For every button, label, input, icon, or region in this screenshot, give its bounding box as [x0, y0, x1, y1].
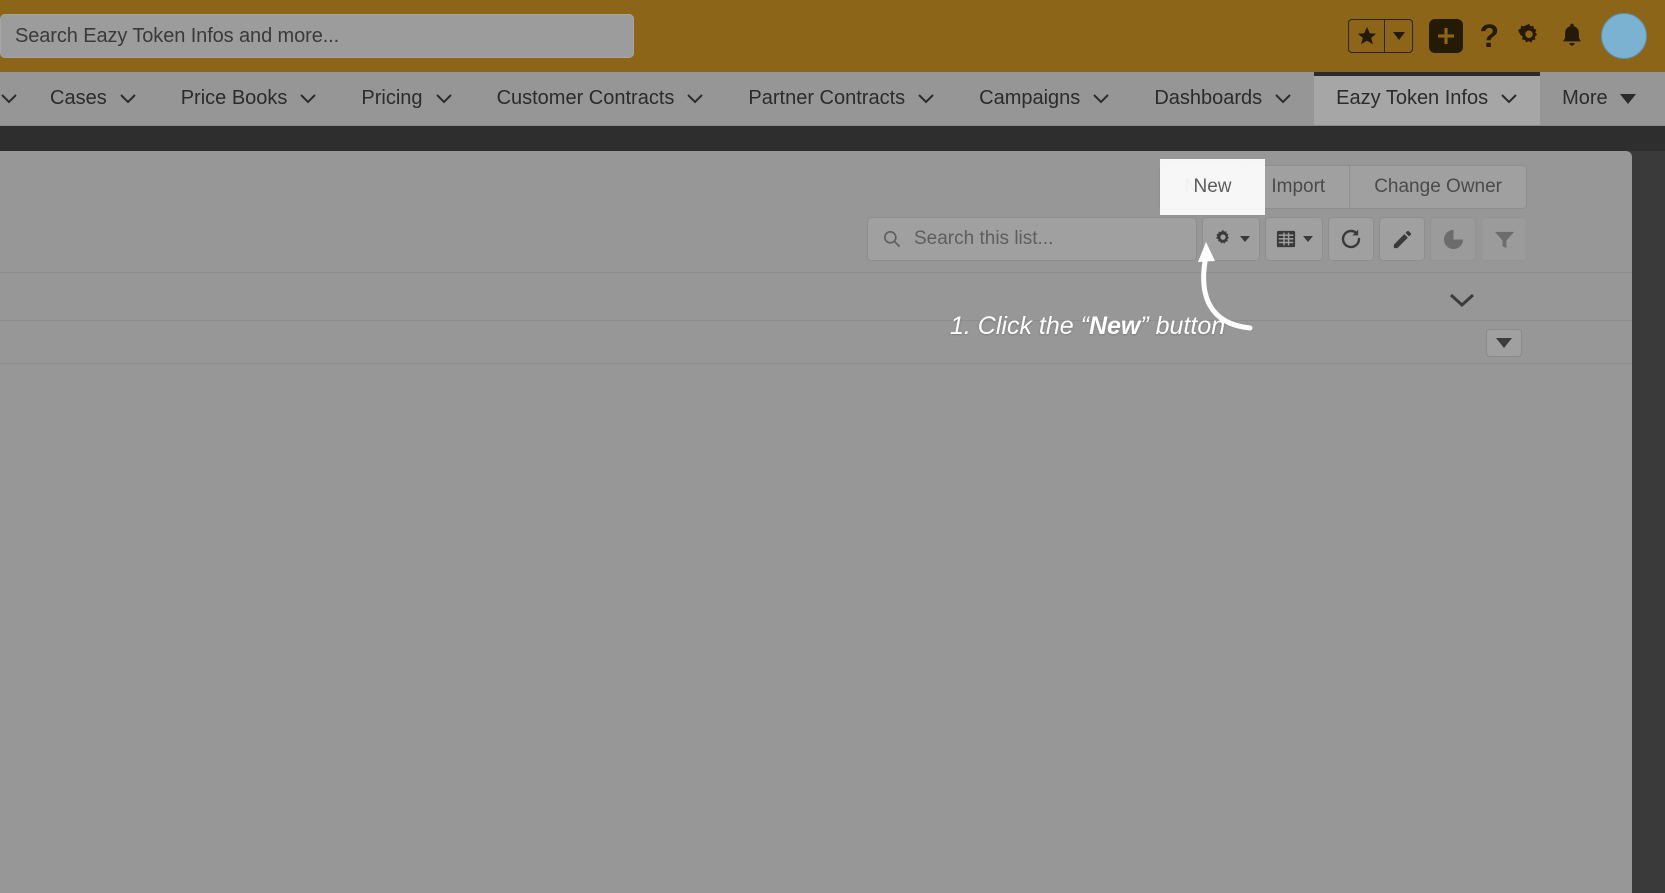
global-search-placeholder: Search Eazy Token Infos and more...	[15, 24, 340, 47]
pencil-icon	[1393, 230, 1411, 248]
nav-item-price-books[interactable]: Price Books	[159, 72, 340, 125]
global-search-input[interactable]: Search Eazy Token Infos and more...	[0, 14, 634, 58]
header-icon-group: ?	[1348, 0, 1647, 72]
column-actions-dropdown[interactable]	[1486, 329, 1522, 357]
object-nav-bar: Cases Price Books Pricing Customer Contr…	[0, 72, 1665, 126]
nav-label-partner-contracts: Partner Contracts	[748, 87, 906, 109]
chevron-down-icon	[300, 94, 317, 104]
setup-gear-icon[interactable]	[1515, 22, 1543, 50]
annotation-suffix: ” button	[1140, 312, 1226, 340]
chevron-down-icon	[435, 94, 452, 104]
callout-annotation: 1. Click the “New” button	[950, 312, 1225, 341]
nav-item-campaigns[interactable]: Campaigns	[957, 72, 1132, 125]
new-button-highlight[interactable]: New	[1160, 159, 1265, 215]
app-root: Search Eazy Token Infos and more... ? Ca…	[0, 0, 1665, 893]
nav-item-eazy-token-infos[interactable]: Eazy Token Infos	[1314, 72, 1541, 125]
nav-item-more[interactable]: More	[1540, 72, 1658, 125]
nav-label-eazy-token-infos: Eazy Token Infos	[1336, 87, 1489, 109]
list-view-content: New Import Change Owner Search this list…	[0, 151, 1632, 893]
annotation-prefix: 1. Click the “	[950, 312, 1089, 340]
nav-label-cases: Cases	[50, 87, 107, 109]
caret-down-icon	[1619, 93, 1636, 104]
help-icon[interactable]: ?	[1479, 20, 1499, 52]
edit-list-button[interactable]	[1379, 217, 1425, 261]
change-owner-button[interactable]: Change Owner	[1350, 165, 1527, 209]
nav-label-pricing: Pricing	[361, 87, 423, 109]
global-header: Search Eazy Token Infos and more... ?	[0, 0, 1665, 72]
nav-item-pricing[interactable]: Pricing	[339, 72, 474, 125]
new-button-highlight-label: New	[1193, 176, 1232, 197]
nav-item-cases[interactable]: Cases	[28, 72, 159, 125]
display-as-table-button[interactable]	[1265, 217, 1323, 261]
global-add-icon[interactable]	[1429, 19, 1464, 53]
chevron-down-icon	[687, 94, 704, 104]
chart-icon	[1443, 229, 1463, 249]
chevron-down-icon	[1303, 236, 1313, 242]
filter-icon	[1494, 231, 1514, 248]
nav-label-customer-contracts: Customer Contracts	[496, 87, 675, 109]
chevron-down-icon	[1275, 94, 1291, 104]
user-avatar[interactable]	[1601, 13, 1647, 59]
nav-label-price-books: Price Books	[180, 87, 288, 109]
notifications-bell-icon[interactable]	[1559, 22, 1585, 50]
chevron-down-icon	[1093, 94, 1110, 104]
nav-label-more: More	[1562, 87, 1608, 109]
list-chart-button[interactable]	[1430, 217, 1476, 261]
chevron-down-icon	[918, 94, 934, 104]
edit-nav-pencil-icon[interactable]	[1658, 72, 1665, 125]
annotation-bold: New	[1088, 312, 1141, 340]
search-icon	[884, 231, 901, 248]
list-row-separator	[0, 363, 1632, 364]
list-search-placeholder: Search this list...	[914, 228, 1054, 249]
nav-dark-band	[0, 126, 1665, 151]
nav-label-campaigns: Campaigns	[979, 87, 1081, 109]
nav-item-partner-contracts[interactable]: Partner Contracts	[726, 72, 957, 125]
favorites-star-icon[interactable]	[1349, 20, 1384, 52]
list-filters-button[interactable]	[1481, 217, 1527, 261]
refresh-list-button[interactable]	[1328, 217, 1374, 261]
refresh-icon	[1341, 229, 1361, 249]
favorites-caret-icon[interactable]	[1384, 20, 1412, 52]
list-collapse-chevron[interactable]	[1442, 284, 1482, 316]
table-icon	[1276, 230, 1296, 248]
global-search-wrapper: Search Eazy Token Infos and more...	[0, 14, 634, 58]
caret-down-icon	[1496, 338, 1512, 348]
nav-item-partial[interactable]	[0, 72, 28, 125]
list-row-separator	[0, 272, 1632, 273]
right-scroll-edge	[1632, 151, 1665, 893]
favorites-button-group[interactable]	[1348, 19, 1414, 53]
nav-item-dashboards[interactable]: Dashboards	[1132, 72, 1314, 125]
nav-label-dashboards: Dashboards	[1154, 87, 1263, 109]
chevron-down-icon	[1501, 94, 1517, 104]
list-row-separator	[0, 320, 1632, 321]
nav-item-customer-contracts[interactable]: Customer Contracts	[475, 72, 727, 125]
chevron-down-icon	[119, 94, 136, 104]
list-search-input[interactable]: Search this list...	[867, 217, 1197, 261]
